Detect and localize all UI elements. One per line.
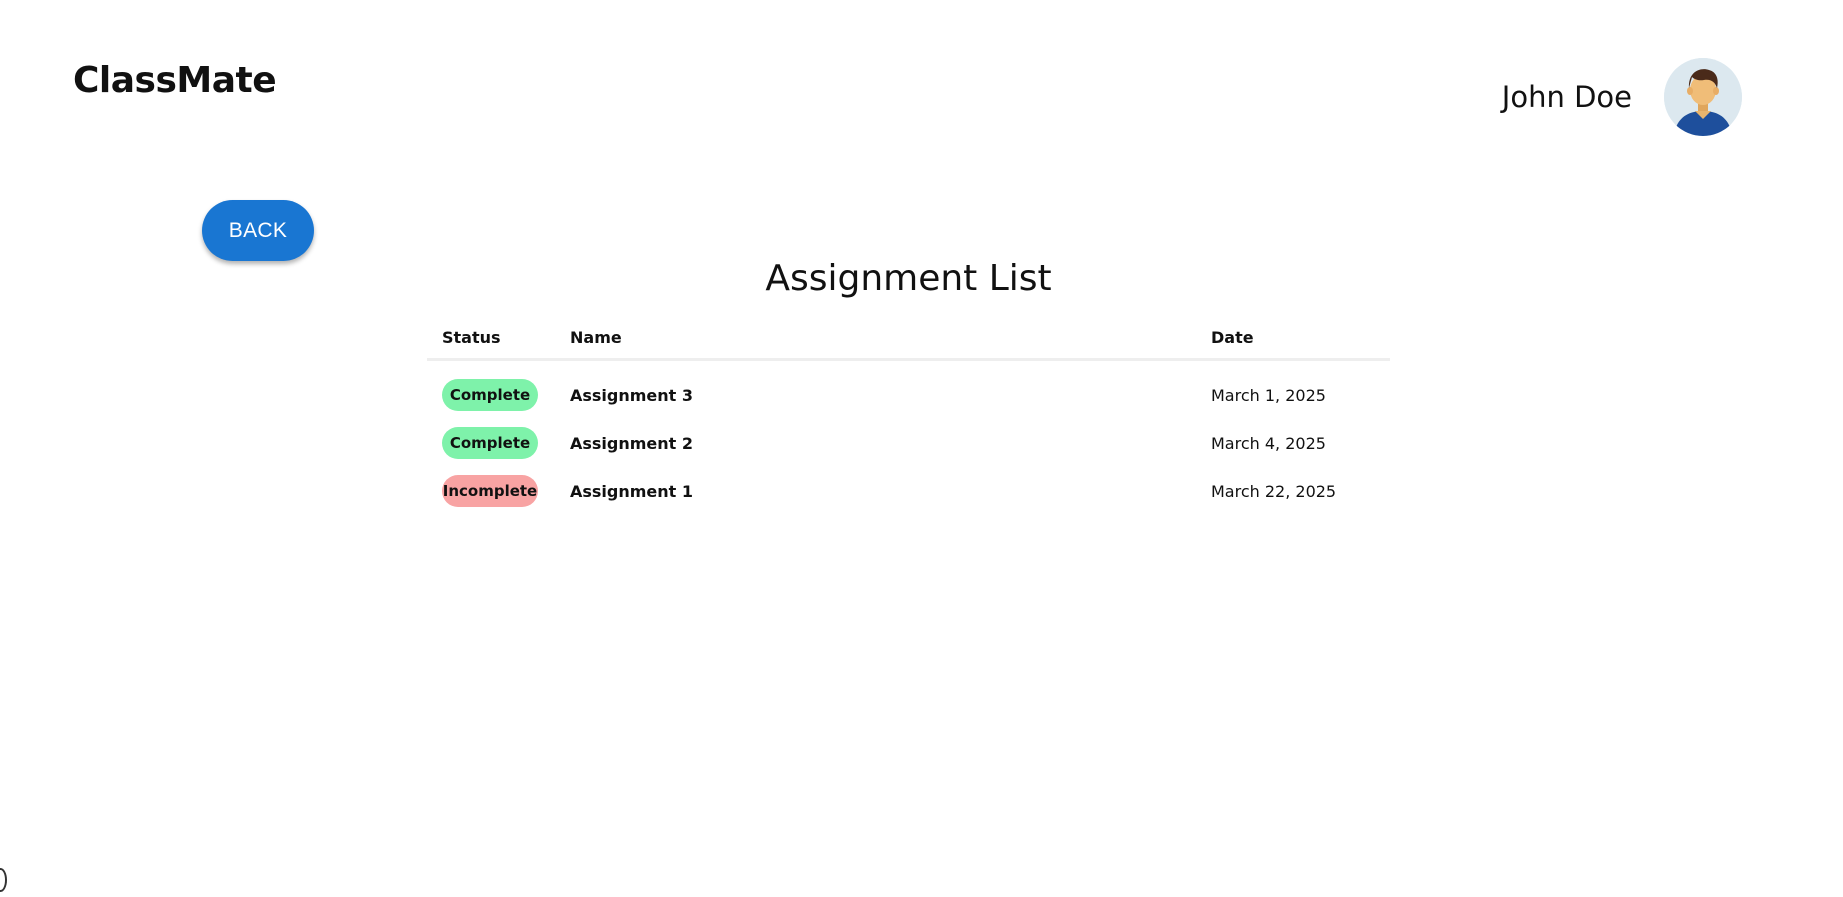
table-header-row: Status Name Date: [427, 322, 1390, 361]
assignment-date: March 1, 2025: [1211, 385, 1326, 405]
column-header-status[interactable]: Status: [427, 322, 555, 361]
status-badge: Incomplete: [442, 475, 538, 507]
status-cell: Complete: [427, 360, 555, 420]
page-title: Assignment List: [765, 258, 1052, 299]
user-profile[interactable]: John Doe: [1502, 58, 1742, 136]
status-badge: Complete: [442, 427, 538, 459]
column-header-name[interactable]: Name: [555, 322, 1196, 361]
avatar[interactable]: [1664, 58, 1742, 136]
table-row[interactable]: Complete Assignment 3 March 1, 2025: [427, 360, 1390, 420]
app-logo[interactable]: ClassMate: [73, 60, 277, 101]
back-button[interactable]: BACK: [202, 200, 314, 261]
assignment-name[interactable]: Assignment 2: [555, 419, 1196, 467]
status-cell: Incomplete: [427, 467, 555, 515]
assignment-table: Status Name Date Complete Assignment 3 M…: [427, 322, 1390, 515]
table-row[interactable]: Complete Assignment 2 March 4, 2025: [427, 419, 1390, 467]
assignment-name[interactable]: Assignment 1: [555, 467, 1196, 515]
assignment-name[interactable]: Assignment 3: [555, 360, 1196, 420]
corner-indicator-icon: [0, 868, 7, 892]
assignment-date: March 22, 2025: [1211, 481, 1337, 501]
page: ClassMate John Doe BACK Assignment List …: [0, 0, 1843, 897]
user-avatar-icon: [1664, 58, 1742, 136]
column-header-date[interactable]: Date: [1196, 322, 1390, 361]
user-name: John Doe: [1501, 80, 1632, 114]
status-badge: Complete: [442, 379, 538, 411]
assignment-date: March 4, 2025: [1211, 433, 1326, 453]
table-row[interactable]: Incomplete Assignment 1 March 22, 2025: [427, 467, 1390, 515]
status-cell: Complete: [427, 419, 555, 467]
